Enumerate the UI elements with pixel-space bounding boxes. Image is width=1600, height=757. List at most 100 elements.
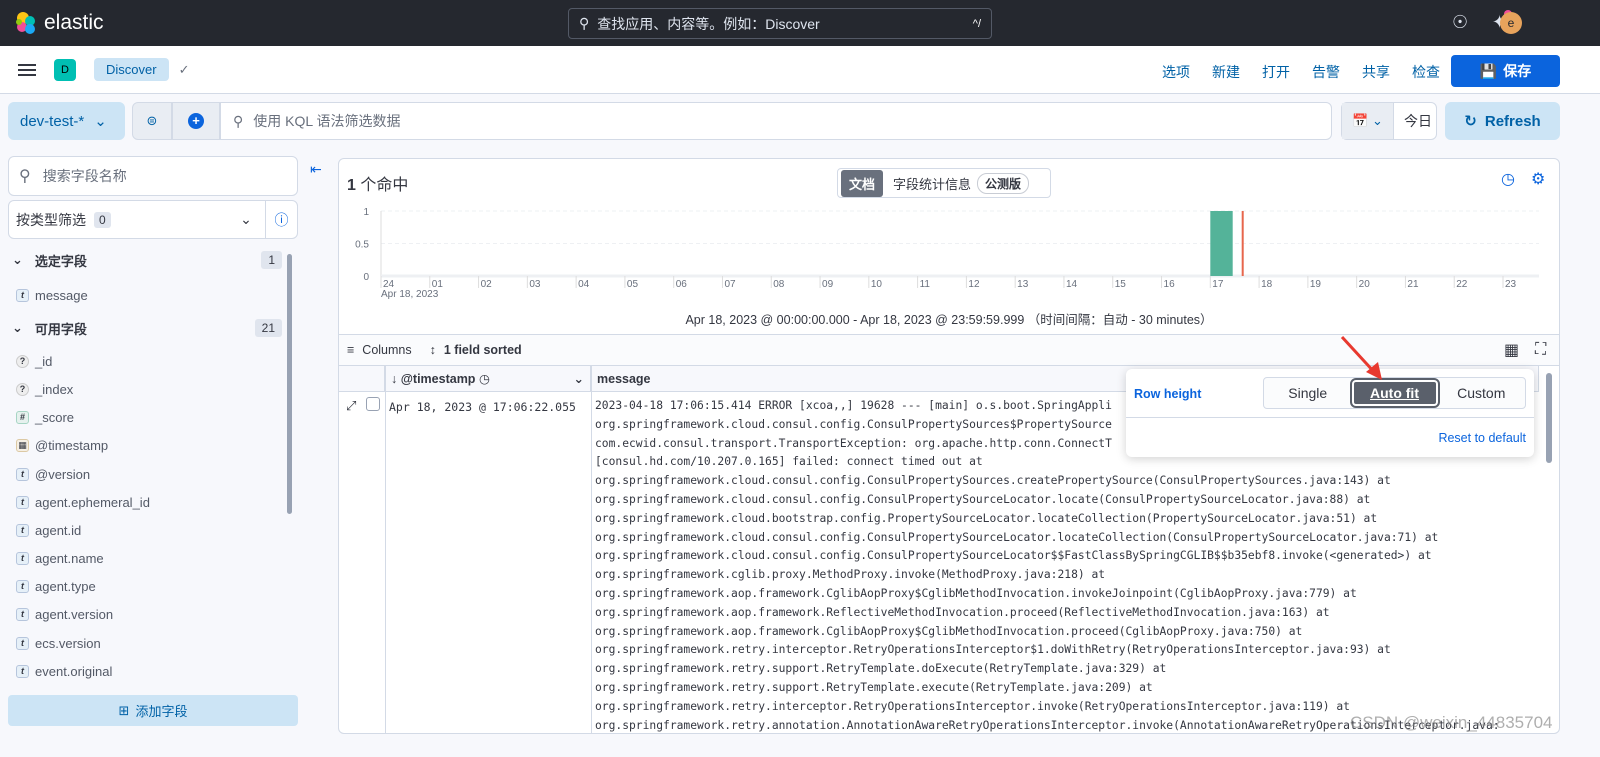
menu-new[interactable]: 新建: [1212, 62, 1240, 82]
option-custom[interactable]: Custom: [1438, 385, 1526, 401]
avatar[interactable]: e: [1500, 12, 1522, 34]
menu-alerts[interactable]: 告警: [1312, 62, 1340, 82]
kql-query-input[interactable]: ⚲ 使用 KQL 语法筛选数据: [220, 102, 1332, 140]
time-range: Apr 18, 2023 @ 00:00:00.000 - Apr 18, 20…: [685, 313, 1213, 327]
row-height-icon[interactable]: ▦: [1504, 340, 1519, 360]
field-type-icon: t: [16, 608, 29, 622]
field-name: agent.id: [35, 522, 82, 538]
brand-name: elastic: [44, 11, 104, 34]
refresh-button[interactable]: ↻ Refresh: [1445, 102, 1560, 140]
menu-options[interactable]: 选项: [1162, 62, 1190, 82]
breadcrumb[interactable]: Discover: [94, 58, 169, 81]
tab-documents[interactable]: 文档: [841, 169, 884, 197]
field-item[interactable]: t event.original: [8, 657, 298, 685]
tab-field-stats[interactable]: 字段统计信息: [883, 174, 977, 193]
search-icon: ⚲: [579, 15, 590, 31]
hits-count: 1 个命中: [347, 171, 408, 195]
field-item[interactable]: t agent.id: [8, 516, 298, 544]
field-item[interactable]: # _score: [8, 404, 298, 432]
columns-button[interactable]: ≡ Columns: [347, 343, 412, 357]
menu-icon[interactable]: [18, 61, 36, 79]
selected-fields-header[interactable]: ⌄ 选定字段 1: [8, 245, 298, 275]
grid-scrollbar[interactable]: [1546, 373, 1552, 463]
view-tabs: 文档 字段统计信息 公测版: [837, 168, 1051, 198]
gear-icon[interactable]: ⚙: [1531, 169, 1545, 189]
add-field-button[interactable]: ⊞ 添加字段: [8, 695, 298, 726]
collapse-sidebar-icon[interactable]: ⇤: [310, 161, 322, 178]
add-filter-button[interactable]: +: [172, 102, 220, 140]
chevron-down-icon: ⌄: [12, 252, 23, 267]
reset-to-default-link[interactable]: Reset to default: [1438, 431, 1526, 445]
field-type-icon: t: [16, 636, 29, 650]
row-checkbox[interactable]: [366, 397, 380, 411]
elastic-logo-icon: [16, 12, 35, 34]
field-search-placeholder: 搜索字段名称: [42, 168, 127, 184]
x-tick-label: 21: [1407, 279, 1419, 290]
field-item[interactable]: t agent.type: [8, 573, 298, 601]
x-tick-label: 04: [578, 279, 590, 290]
date-picker[interactable]: 📅 ⌄ 今日: [1341, 102, 1437, 140]
x-tick-label: 17: [1212, 279, 1224, 290]
data-view-selector[interactable]: dev-test-* ⌄: [8, 102, 125, 140]
menu-open[interactable]: 打开: [1262, 62, 1290, 82]
field-item[interactable]: ▦ @timestamp: [8, 432, 298, 460]
field-type-icon: ▦: [16, 439, 29, 453]
field-item[interactable]: t agent.name: [8, 545, 298, 573]
chart-options-icon[interactable]: ◷: [1501, 169, 1515, 189]
elastic-logo[interactable]: elastic: [14, 11, 104, 35]
calendar-icon[interactable]: 📅 ⌄: [1342, 103, 1394, 139]
info-icon[interactable]: ⓘ: [265, 201, 297, 238]
field-name: _id: [35, 353, 53, 369]
field-item[interactable]: ? _id: [8, 347, 298, 375]
column-title: @timestamp: [400, 372, 476, 386]
chevron-down-icon[interactable]: ⌄: [227, 211, 265, 228]
field-name: _index: [35, 381, 74, 397]
space-badge[interactable]: D: [54, 58, 76, 81]
field-name: agent.name: [35, 551, 104, 567]
x-tick-label: 11: [920, 279, 931, 290]
field-item[interactable]: t ecs.version: [8, 629, 298, 657]
field-type-icon: t: [16, 467, 29, 481]
field-sidebar: ⚲ 搜索字段名称 按类型筛选 0 ⌄ ⓘ ⌄ 选定字段 1 t message ⌄ 可用字段 21…: [8, 156, 298, 685]
sort-button[interactable]: ↕ 1 field sorted: [430, 343, 522, 357]
field-item[interactable]: t @version: [8, 460, 298, 488]
field-item[interactable]: t agent.ephemeral_id: [8, 488, 298, 516]
help-icon[interactable]: ☉: [1452, 12, 1468, 33]
field-item[interactable]: ? _index: [8, 375, 298, 403]
expand-icon[interactable]: ⤢: [346, 398, 356, 414]
chevron-down-icon[interactable]: ⌄: [574, 371, 584, 386]
histogram-bar[interactable]: [1210, 211, 1233, 276]
option-single[interactable]: Single: [1264, 385, 1352, 401]
date-value[interactable]: 今日: [1394, 111, 1432, 131]
available-fields-header[interactable]: ⌄ 可用字段 21: [8, 313, 298, 343]
fullscreen-icon[interactable]: ⛶: [1535, 341, 1546, 359]
x-tick-label: 18: [1261, 279, 1273, 290]
menu-inspect[interactable]: 检查: [1412, 62, 1440, 82]
row-height-options: Single Auto fit Custom: [1263, 377, 1526, 409]
field-name: event.original: [35, 663, 113, 679]
type-filter[interactable]: 按类型筛选 0 ⌄ ⓘ: [8, 200, 298, 239]
sidebar-scrollbar[interactable]: [287, 254, 292, 514]
menu-share[interactable]: 共享: [1362, 62, 1390, 82]
global-search-input[interactable]: ⚲ 查找应用、内容等。例如：Discover ^/: [568, 8, 992, 39]
field-search-input[interactable]: ⚲ 搜索字段名称: [8, 156, 298, 196]
sort-label: 1 field sorted: [443, 343, 522, 357]
section-count: 21: [254, 319, 282, 338]
x-tick-label: 13: [1017, 279, 1029, 290]
field-item[interactable]: t agent.version: [8, 601, 298, 629]
search-icon: ⚲: [233, 112, 244, 129]
annotation-arrow: [1340, 335, 1382, 380]
field-name: @timestamp: [35, 438, 109, 454]
row-height-popover: Row height Single Auto fit Custom Reset …: [1126, 369, 1534, 457]
message-line: org.springframework.retry.support.RetryT…: [595, 662, 1167, 676]
x-tick-label: 16: [1164, 279, 1176, 290]
field-type-icon: t: [16, 664, 29, 678]
x-sublabel: Apr 18, 2023: [381, 289, 439, 300]
x-tick-label: 07: [724, 279, 736, 290]
field-type-icon: t: [16, 288, 29, 302]
filter-menu-button[interactable]: ⊜: [132, 102, 172, 140]
save-button[interactable]: 💾 保存: [1451, 55, 1560, 87]
column-header-timestamp[interactable]: ↓ @timestamp ◷ ⌄: [385, 366, 591, 391]
y-tick-label: 1: [363, 207, 369, 218]
field-item[interactable]: t message: [8, 281, 298, 309]
